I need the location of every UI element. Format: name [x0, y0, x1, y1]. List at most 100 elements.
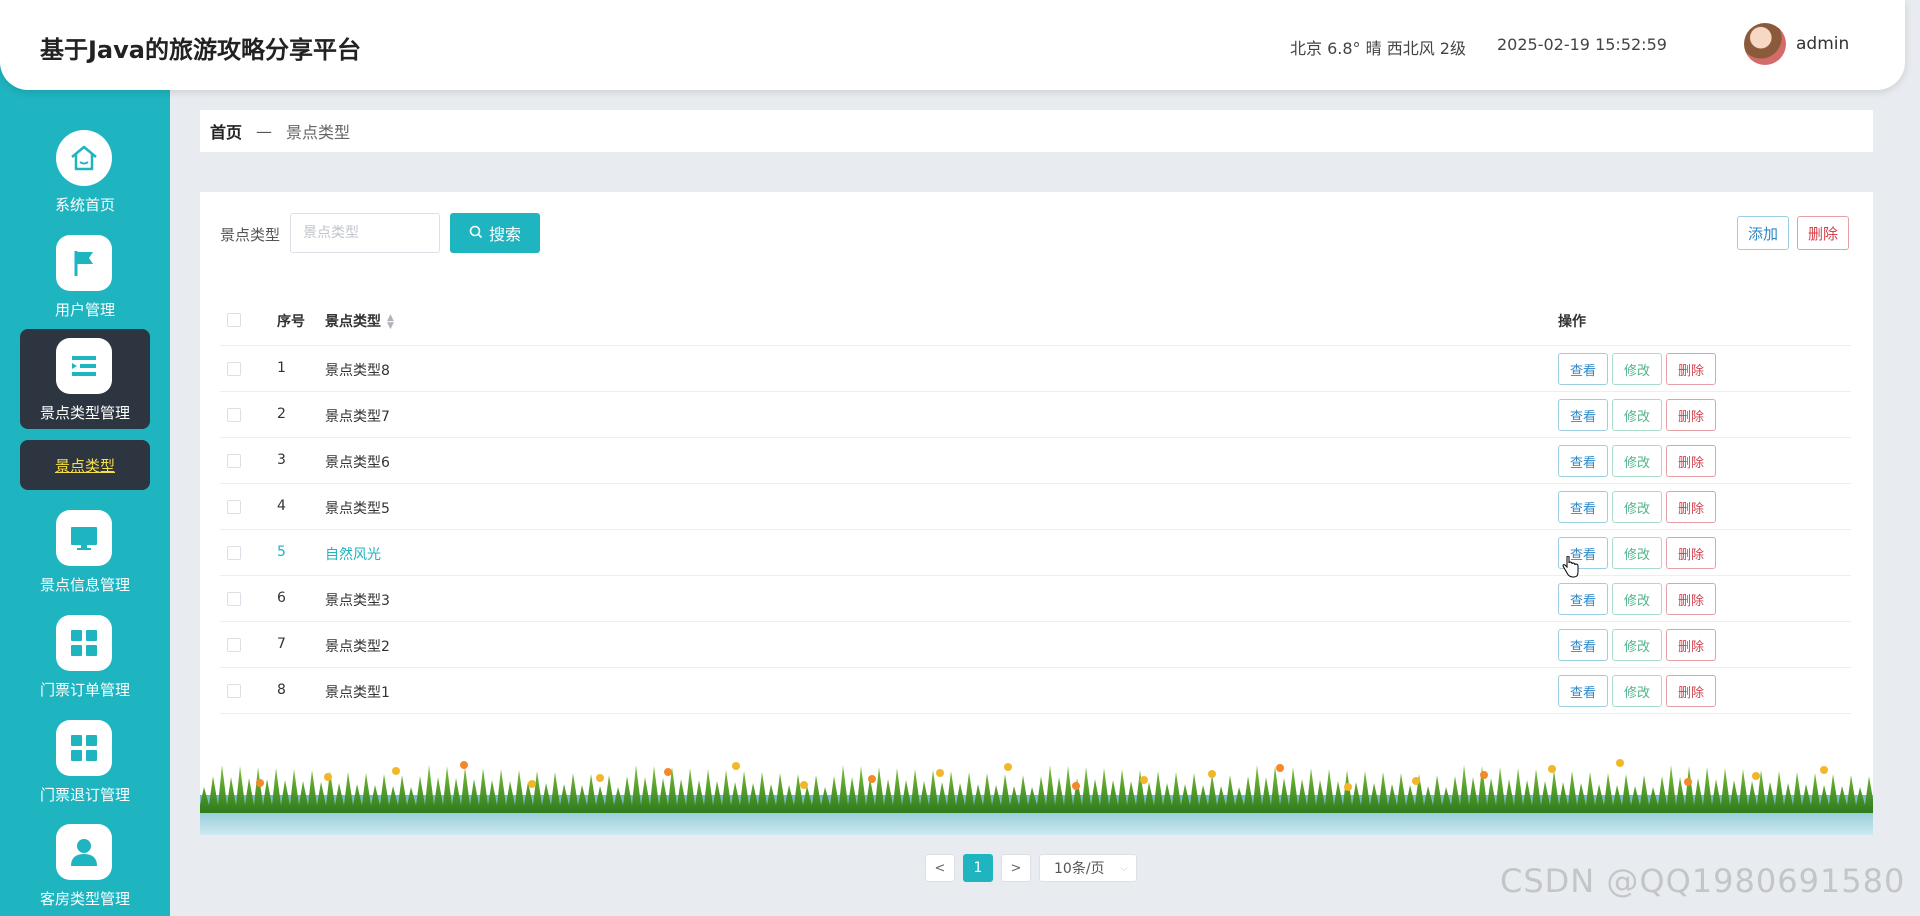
cell-no: 8: [277, 682, 286, 698]
view-button[interactable]: 查看: [1558, 399, 1608, 431]
row-checkbox[interactable]: [227, 684, 241, 698]
user-icon: [56, 824, 112, 880]
sidebar-item-users[interactable]: 用户管理: [0, 235, 170, 335]
delete-button[interactable]: 删除: [1666, 629, 1716, 661]
batch-delete-button[interactable]: 删除: [1797, 216, 1849, 250]
row-actions: 查看 修改 删除: [1558, 675, 1716, 707]
sidebar-item-ticket-orders[interactable]: 门票订单管理: [0, 615, 170, 715]
delete-button[interactable]: 删除: [1666, 353, 1716, 385]
sidebar-item-label: 门票退订管理: [39, 786, 130, 804]
edit-button[interactable]: 修改: [1612, 399, 1662, 431]
sidebar-item-scenic-info[interactable]: 景点信息管理: [0, 510, 170, 610]
cell-no: 6: [277, 590, 286, 606]
cell-type: 景点类型3: [325, 593, 390, 609]
table-row[interactable]: 7 景点类型2 查看 修改 删除: [220, 622, 1851, 668]
edit-button[interactable]: 修改: [1612, 629, 1662, 661]
datetime: 2025-02-19 15:52:59: [1497, 35, 1667, 54]
app-title: 基于Java的旅游攻略分享平台: [40, 36, 361, 64]
add-button[interactable]: 添加: [1737, 216, 1789, 250]
table-row[interactable]: 1 景点类型8 查看 修改 删除: [220, 346, 1851, 392]
delete-button[interactable]: 删除: [1666, 583, 1716, 615]
page-size-select[interactable]: 10条/页 ⌵: [1039, 854, 1137, 882]
row-checkbox[interactable]: [227, 454, 241, 468]
view-button[interactable]: 查看: [1558, 629, 1608, 661]
data-table: 序号 景点类型 ▲ ▼ 操作 1 景点类型8 查看 修改 删除 2 景点类型7 查看 修改 删除 3 景点…: [220, 294, 1851, 714]
delete-button[interactable]: 删除: [1666, 399, 1716, 431]
sidebar-item-room-type[interactable]: 客房类型管理: [0, 824, 170, 916]
view-button[interactable]: 查看: [1558, 583, 1608, 615]
cell-no: 7: [277, 636, 286, 652]
cell-no: 1: [277, 360, 286, 376]
row-actions: 查看 修改 删除: [1558, 629, 1716, 661]
page-size-value: 10条/页: [1054, 861, 1105, 877]
edit-button[interactable]: 修改: [1612, 353, 1662, 385]
sidebar-item-home[interactable]: 系统首页: [0, 130, 170, 230]
row-checkbox[interactable]: [227, 546, 241, 560]
breadcrumb-current: 景点类型: [286, 123, 351, 142]
cell-type: 景点类型5: [325, 501, 390, 517]
sidebar-item-label: 系统首页: [54, 196, 115, 214]
page-1-button[interactable]: 1: [963, 854, 993, 882]
submenu-scenic-type[interactable]: 景点类型: [20, 440, 150, 490]
prev-page-button[interactable]: <: [925, 854, 955, 882]
edit-button[interactable]: 修改: [1612, 537, 1662, 569]
sidebar-item-label: 景点类型管理: [39, 404, 130, 422]
cell-no: 5: [277, 544, 286, 560]
view-button[interactable]: 查看: [1558, 445, 1608, 477]
search-button[interactable]: 搜索: [450, 213, 540, 253]
edit-button[interactable]: 修改: [1612, 583, 1662, 615]
edit-button[interactable]: 修改: [1612, 491, 1662, 523]
top-header: 基于Java的旅游攻略分享平台 北京 6.8° 晴 西北风 2级 2025-02…: [0, 0, 1905, 90]
flag-icon: [56, 235, 112, 291]
home-icon: [56, 130, 112, 186]
table-row[interactable]: 3 景点类型6 查看 修改 删除: [220, 438, 1851, 484]
select-all-checkbox[interactable]: [227, 313, 241, 327]
edit-button[interactable]: 修改: [1612, 675, 1662, 707]
cell-type: 景点类型8: [325, 363, 390, 379]
cell-type: 自然风光: [325, 547, 381, 563]
cell-type: 景点类型7: [325, 409, 390, 425]
row-checkbox[interactable]: [227, 592, 241, 606]
search-input[interactable]: [290, 213, 440, 253]
sidebar-item-label: 景点信息管理: [39, 576, 130, 594]
row-checkbox[interactable]: [227, 408, 241, 422]
view-button[interactable]: 查看: [1558, 353, 1608, 385]
sidebar-item-scenic-type[interactable]: 景点类型管理: [0, 338, 170, 438]
avatar[interactable]: [1744, 23, 1786, 65]
delete-button[interactable]: 删除: [1666, 445, 1716, 477]
cell-no: 2: [277, 406, 286, 422]
breadcrumb-separator: —: [256, 121, 273, 141]
column-header-type[interactable]: 景点类型 ▲ ▼: [325, 311, 394, 331]
table-body: 1 景点类型8 查看 修改 删除 2 景点类型7 查看 修改 删除 3 景点类型6 查看 修改 删除 4 景点类…: [220, 346, 1851, 714]
view-button[interactable]: 查看: [1558, 675, 1608, 707]
search-icon: [469, 224, 483, 243]
table-row[interactable]: 6 景点类型3 查看 修改 删除: [220, 576, 1851, 622]
delete-button[interactable]: 删除: [1666, 491, 1716, 523]
sort-icon[interactable]: ▲ ▼: [387, 314, 394, 331]
delete-button[interactable]: 删除: [1666, 537, 1716, 569]
next-page-button[interactable]: >: [1001, 854, 1031, 882]
row-checkbox[interactable]: [227, 362, 241, 376]
table-row[interactable]: 5 自然风光 查看 修改 删除: [220, 530, 1851, 576]
cell-no: 3: [277, 452, 286, 468]
watermark: CSDN @QQ1980691580: [1500, 862, 1906, 900]
row-checkbox[interactable]: [227, 638, 241, 652]
search-button-label: 搜索: [488, 225, 521, 244]
sidebar: 系统首页 用户管理 景点类型管理 景点类型 景点信息管理 门票订单管理 门票退订…: [0, 0, 170, 916]
edit-button[interactable]: 修改: [1612, 445, 1662, 477]
monitor-icon: [56, 510, 112, 566]
username[interactable]: admin: [1796, 34, 1849, 54]
table-row[interactable]: 4 景点类型5 查看 修改 删除: [220, 484, 1851, 530]
breadcrumb-home[interactable]: 首页: [210, 119, 242, 143]
table-header: 序号 景点类型 ▲ ▼ 操作: [220, 294, 1851, 346]
cell-type: 景点类型1: [325, 685, 390, 701]
table-row[interactable]: 8 景点类型1 查看 修改 删除: [220, 668, 1851, 714]
cell-type: 景点类型6: [325, 455, 390, 471]
delete-button[interactable]: 删除: [1666, 675, 1716, 707]
view-button[interactable]: 查看: [1558, 491, 1608, 523]
table-row[interactable]: 2 景点类型7 查看 修改 删除: [220, 392, 1851, 438]
column-header-actions: 操作: [1558, 314, 1586, 330]
sidebar-item-ticket-refunds[interactable]: 门票退订管理: [0, 720, 170, 820]
row-checkbox[interactable]: [227, 500, 241, 514]
cell-type: 景点类型2: [325, 639, 390, 655]
